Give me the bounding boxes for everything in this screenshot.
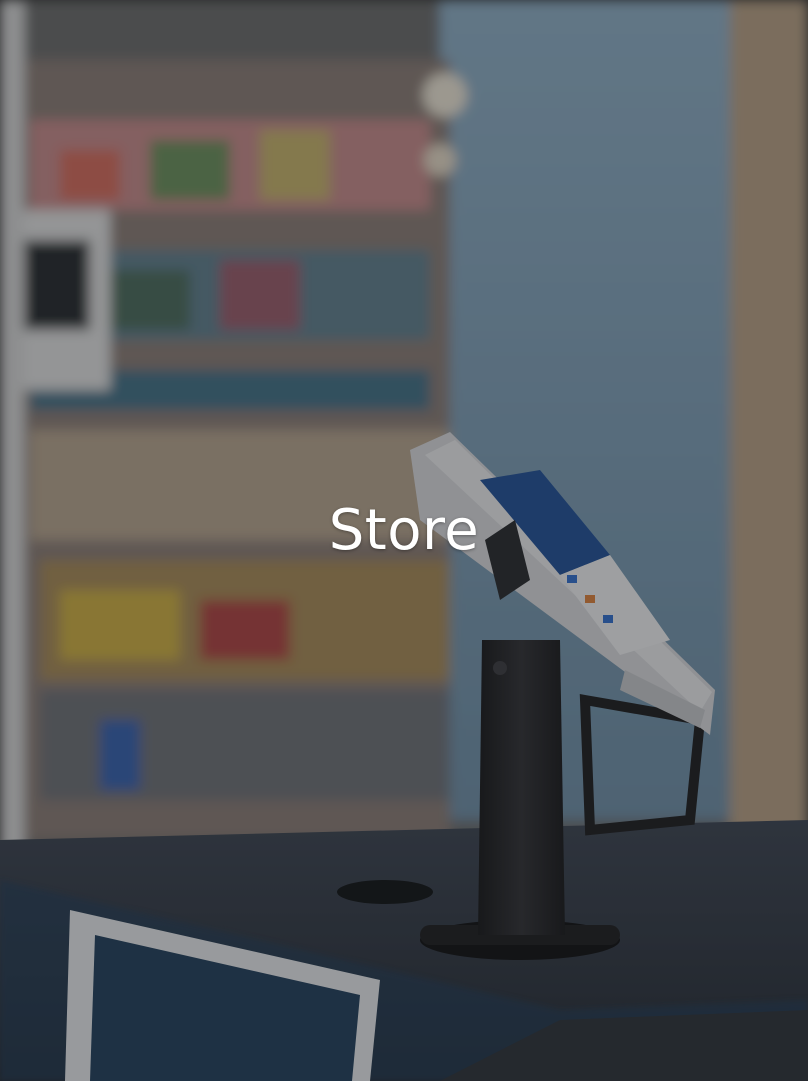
banner-title: Store	[328, 497, 480, 563]
